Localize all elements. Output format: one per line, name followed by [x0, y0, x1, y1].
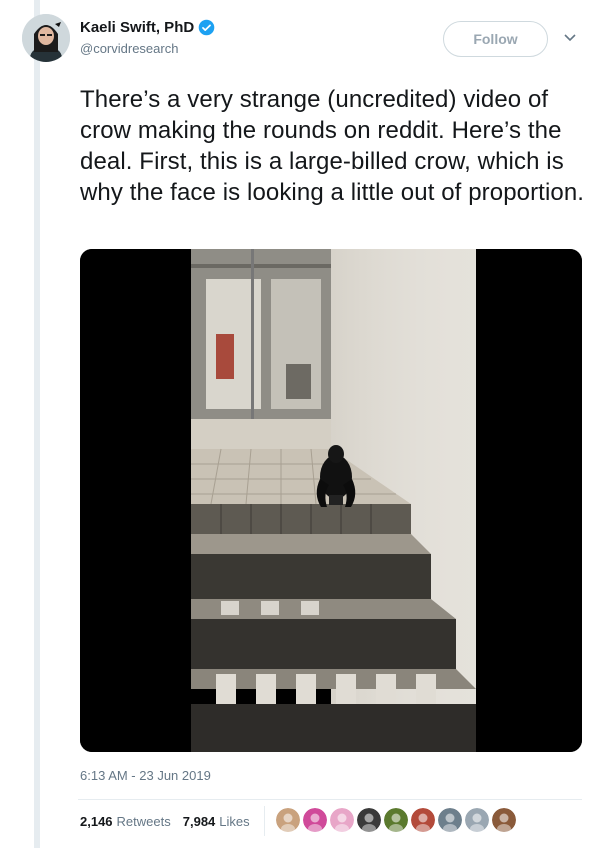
likes-count[interactable]: 7,984	[183, 814, 216, 829]
author-handle[interactable]: @corvidresearch	[80, 41, 215, 56]
retweets-label[interactable]: Retweets	[117, 814, 171, 829]
tweet-text: There’s a very strange (uncredited) vide…	[80, 86, 585, 206]
person-avatar-icon[interactable]	[303, 808, 327, 832]
person-avatar-icon[interactable]	[330, 808, 354, 832]
author-avatar[interactable]	[22, 14, 70, 62]
conversation-line	[34, 0, 40, 848]
tweet-page: Kaeli Swift, PhD @corvidresearch Follow …	[0, 0, 615, 848]
default-egg-avatar-icon[interactable]	[465, 808, 489, 832]
chevron-down-icon[interactable]	[563, 33, 577, 43]
tweet-stats: 2,146 Retweets 7,984 Likes	[80, 814, 262, 829]
nun-avatar-icon[interactable]	[357, 808, 381, 832]
author-display-name[interactable]: Kaeli Swift, PhD	[80, 19, 194, 36]
person-avatar-icon[interactable]	[411, 808, 435, 832]
stats-divider	[264, 806, 265, 836]
follow-button[interactable]: Follow	[443, 21, 548, 57]
likes-label[interactable]: Likes	[219, 814, 249, 829]
person-avatar-icon[interactable]	[276, 808, 300, 832]
author-block: Kaeli Swift, PhD @corvidresearch	[80, 19, 215, 56]
person-avatar-icon[interactable]	[492, 808, 516, 832]
retweets-count[interactable]: 2,146	[80, 814, 113, 829]
divider	[78, 799, 582, 800]
liker-avatars	[276, 808, 519, 832]
person-avatar-icon[interactable]	[384, 808, 408, 832]
verified-badge-icon	[198, 19, 215, 36]
tweet-timestamp[interactable]: 6:13 AM - 23 Jun 2019	[80, 768, 211, 783]
person-avatar-icon[interactable]	[438, 808, 462, 832]
video-player[interactable]	[80, 249, 582, 752]
video-frame	[80, 249, 582, 752]
